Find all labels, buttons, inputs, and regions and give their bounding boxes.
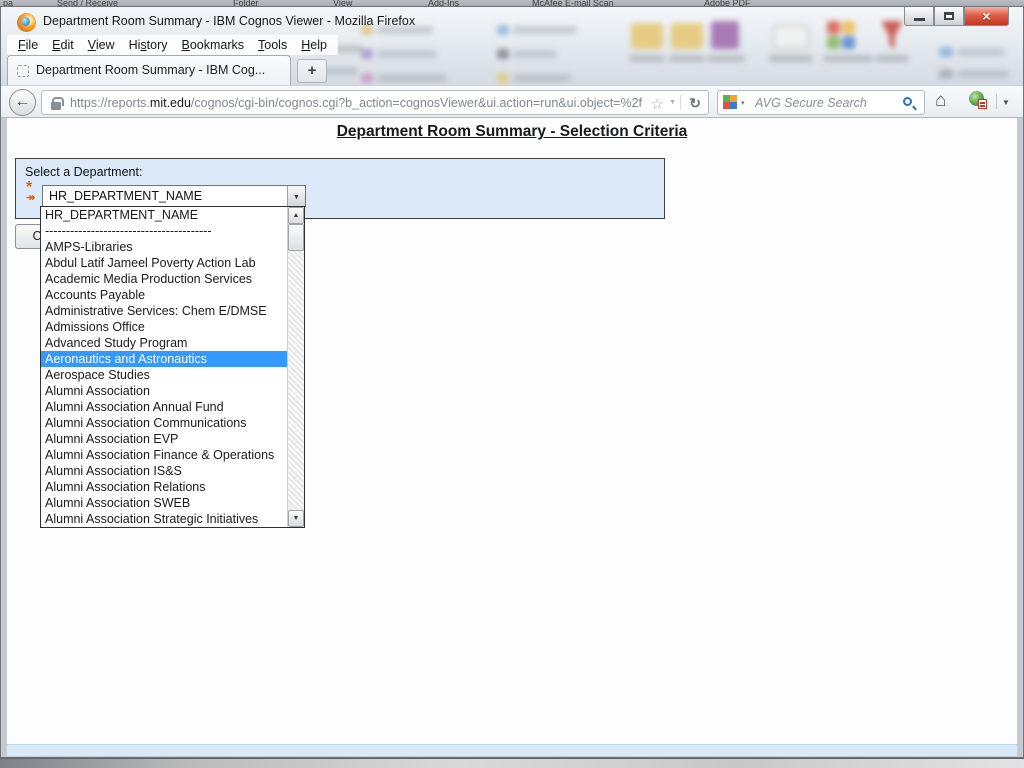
pdf-doc-icon: [978, 99, 987, 109]
menu-item-edit[interactable]: Edit: [45, 36, 81, 54]
menu-item-bookmarks[interactable]: Bookmarks: [175, 36, 252, 54]
title-bar: Department Room Summary - IBM Cognos Vie…: [1, 7, 1023, 35]
dropdown-option[interactable]: Academic Media Production Services: [41, 271, 287, 287]
dropdown-option[interactable]: AMPS-Libraries: [41, 239, 287, 255]
dropdown-option[interactable]: Alumni Association EVP: [41, 431, 287, 447]
avg-logo-icon[interactable]: [723, 95, 737, 109]
firefox-window: Department Room Summary - IBM Cognos Vie…: [0, 6, 1024, 758]
toolbar-separator: [996, 94, 997, 109]
dropdown-option[interactable]: Accounts Payable: [41, 287, 287, 303]
back-button[interactable]: ←: [9, 89, 36, 116]
tab-label: Department Room Summary - IBM Cog...: [36, 63, 282, 77]
url-dropdown-icon[interactable]: ▼: [669, 99, 676, 106]
minimize-icon: [914, 18, 925, 21]
restore-button[interactable]: [934, 7, 964, 26]
url-bar[interactable]: https://reports.mit.edu/cognos/cgi-bin/c…: [41, 90, 709, 115]
dropdown-option[interactable]: Admissions Office: [41, 319, 287, 335]
menu-item-tools[interactable]: Tools: [251, 36, 294, 54]
dropdown-option[interactable]: Aeronautics and Astronautics: [41, 351, 287, 367]
url-path: /cognos/cgi-bin/cognos.cgi?b_action=cogn…: [191, 96, 642, 110]
new-tab-button[interactable]: +: [297, 59, 327, 83]
dropdown-option[interactable]: Alumni Association Finance & Operations: [41, 447, 287, 463]
select-dropdown-button[interactable]: ▼: [287, 186, 305, 206]
menu-bar: FileEditViewHistoryBookmarksToolsHelp: [7, 35, 338, 55]
menu-item-help[interactable]: Help: [294, 36, 334, 54]
url-text[interactable]: https://reports.mit.edu/cognos/cgi-bin/c…: [70, 96, 644, 110]
minimize-button[interactable]: [904, 7, 934, 26]
home-icon[interactable]: ⌂: [935, 90, 946, 112]
search-box[interactable]: ▾ AVG Secure Search: [717, 90, 925, 115]
bookmark-star-icon[interactable]: ☆: [651, 95, 664, 113]
navigation-toolbar: ← https://reports.mit.edu/cognos/cgi-bin…: [1, 85, 1023, 118]
department-select[interactable]: HR_DEPARTMENT_NAME ▼: [42, 185, 306, 207]
dropdown-option[interactable]: Alumni Association Strategic Initiatives: [41, 511, 287, 527]
select-arrow-icon: ▼: [293, 194, 300, 201]
reload-icon[interactable]: ↻: [689, 95, 701, 112]
scroll-up-button[interactable]: ▲: [288, 207, 304, 224]
department-select-value: HR_DEPARTMENT_NAME: [49, 189, 202, 203]
dropdown-option[interactable]: Alumni Association Communications: [41, 415, 287, 431]
dropdown-option[interactable]: ----------------------------------------: [41, 223, 287, 239]
viewer-footer-bar: [7, 744, 1017, 756]
dropdown-option[interactable]: Alumni Association: [41, 383, 287, 399]
department-dropdown-list[interactable]: HR_DEPARTMENT_NAME----------------------…: [40, 206, 305, 528]
search-icon[interactable]: [903, 97, 912, 106]
dropdown-option[interactable]: Abdul Latif Jameel Poverty Action Lab: [41, 255, 287, 271]
close-icon: ×: [965, 7, 1008, 25]
browser-content: Department Room Summary - Selection Crit…: [7, 118, 1017, 744]
menu-item-history[interactable]: History: [122, 36, 175, 54]
tab-bar: Department Room Summary - IBM Cog... +: [1, 55, 1023, 85]
page-title: Department Room Summary - Selection Crit…: [7, 123, 1017, 141]
close-button[interactable]: ×: [964, 7, 1009, 26]
window-chrome: Department Room Summary - IBM Cognos Vie…: [1, 7, 1023, 85]
url-divider: [680, 95, 681, 110]
scrollbar-thumb[interactable]: [288, 224, 304, 251]
restore-icon: [944, 12, 954, 20]
listbox-scrollbar[interactable]: ▲ ▼: [287, 207, 304, 527]
dropdown-option[interactable]: Alumni Association SWEB: [41, 495, 287, 511]
scroll-down-button[interactable]: ▼: [288, 510, 304, 527]
url-scheme: https://reports.: [70, 96, 150, 110]
firefox-icon: [17, 13, 36, 32]
dropdown-option[interactable]: Aerospace Studies: [41, 367, 287, 383]
toolbar-overflow-caret-icon[interactable]: ▼: [1002, 98, 1010, 107]
dropdown-option[interactable]: Alumni Association Annual Fund: [41, 399, 287, 415]
dropdown-option[interactable]: Advanced Study Program: [41, 335, 287, 351]
prompt-label: Select a Department:: [25, 165, 142, 179]
required-arrow-icon: ↠: [26, 193, 40, 203]
menu-item-view[interactable]: View: [81, 36, 122, 54]
menu-item-file[interactable]: File: [11, 36, 45, 54]
desktop-bottom-edge: [0, 758, 1024, 768]
active-tab[interactable]: Department Room Summary - IBM Cog...: [7, 55, 291, 85]
web-to-pdf-addon-icon[interactable]: [969, 91, 987, 109]
dropdown-option[interactable]: Alumni Association Relations: [41, 479, 287, 495]
favicon-placeholder-icon: [17, 65, 29, 77]
url-domain: mit.edu: [150, 96, 191, 110]
search-engine-caret-icon[interactable]: ▾: [741, 99, 745, 107]
department-listbox-items: HR_DEPARTMENT_NAME----------------------…: [41, 207, 287, 527]
search-placeholder[interactable]: AVG Secure Search: [755, 96, 867, 110]
dropdown-option[interactable]: HR_DEPARTMENT_NAME: [41, 207, 287, 223]
window-controls: ×: [904, 7, 1009, 26]
lock-icon: [51, 102, 61, 110]
dropdown-option[interactable]: Administrative Services: Chem E/DMSE: [41, 303, 287, 319]
required-field-marker: * ↠: [26, 183, 40, 203]
window-title: Department Room Summary - IBM Cognos Vie…: [43, 14, 415, 28]
dropdown-option[interactable]: Alumni Association IS&S: [41, 463, 287, 479]
